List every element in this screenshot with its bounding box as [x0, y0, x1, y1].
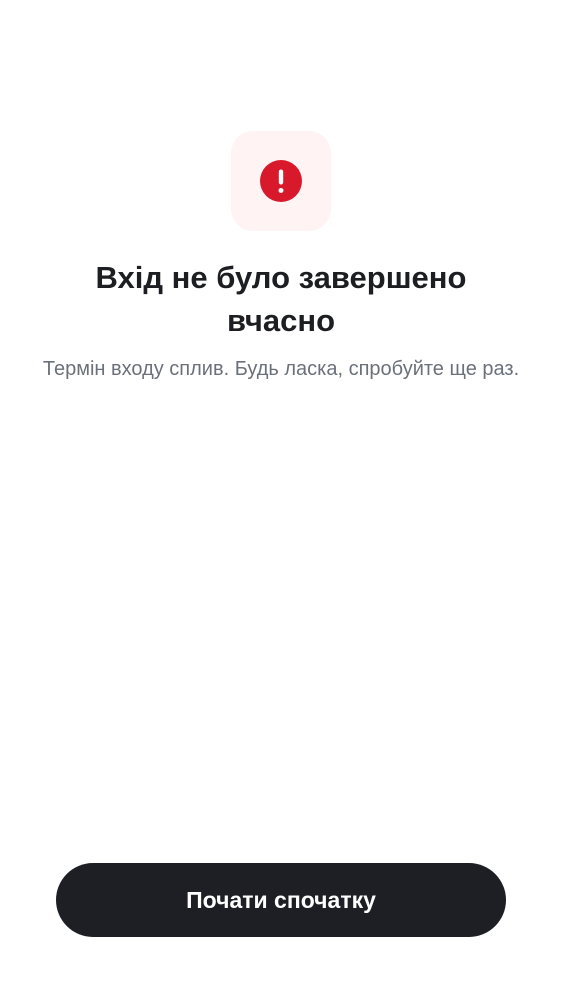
page-title: Вхід не було завершено вчасно: [95, 260, 467, 338]
error-message: Термін входу сплив. Будь ласка, спробуйт…: [42, 358, 520, 380]
restart-button[interactable]: Почати спочатку: [56, 863, 506, 937]
error-exclamation-icon: [260, 160, 302, 202]
error-icon-tile: [231, 131, 331, 231]
